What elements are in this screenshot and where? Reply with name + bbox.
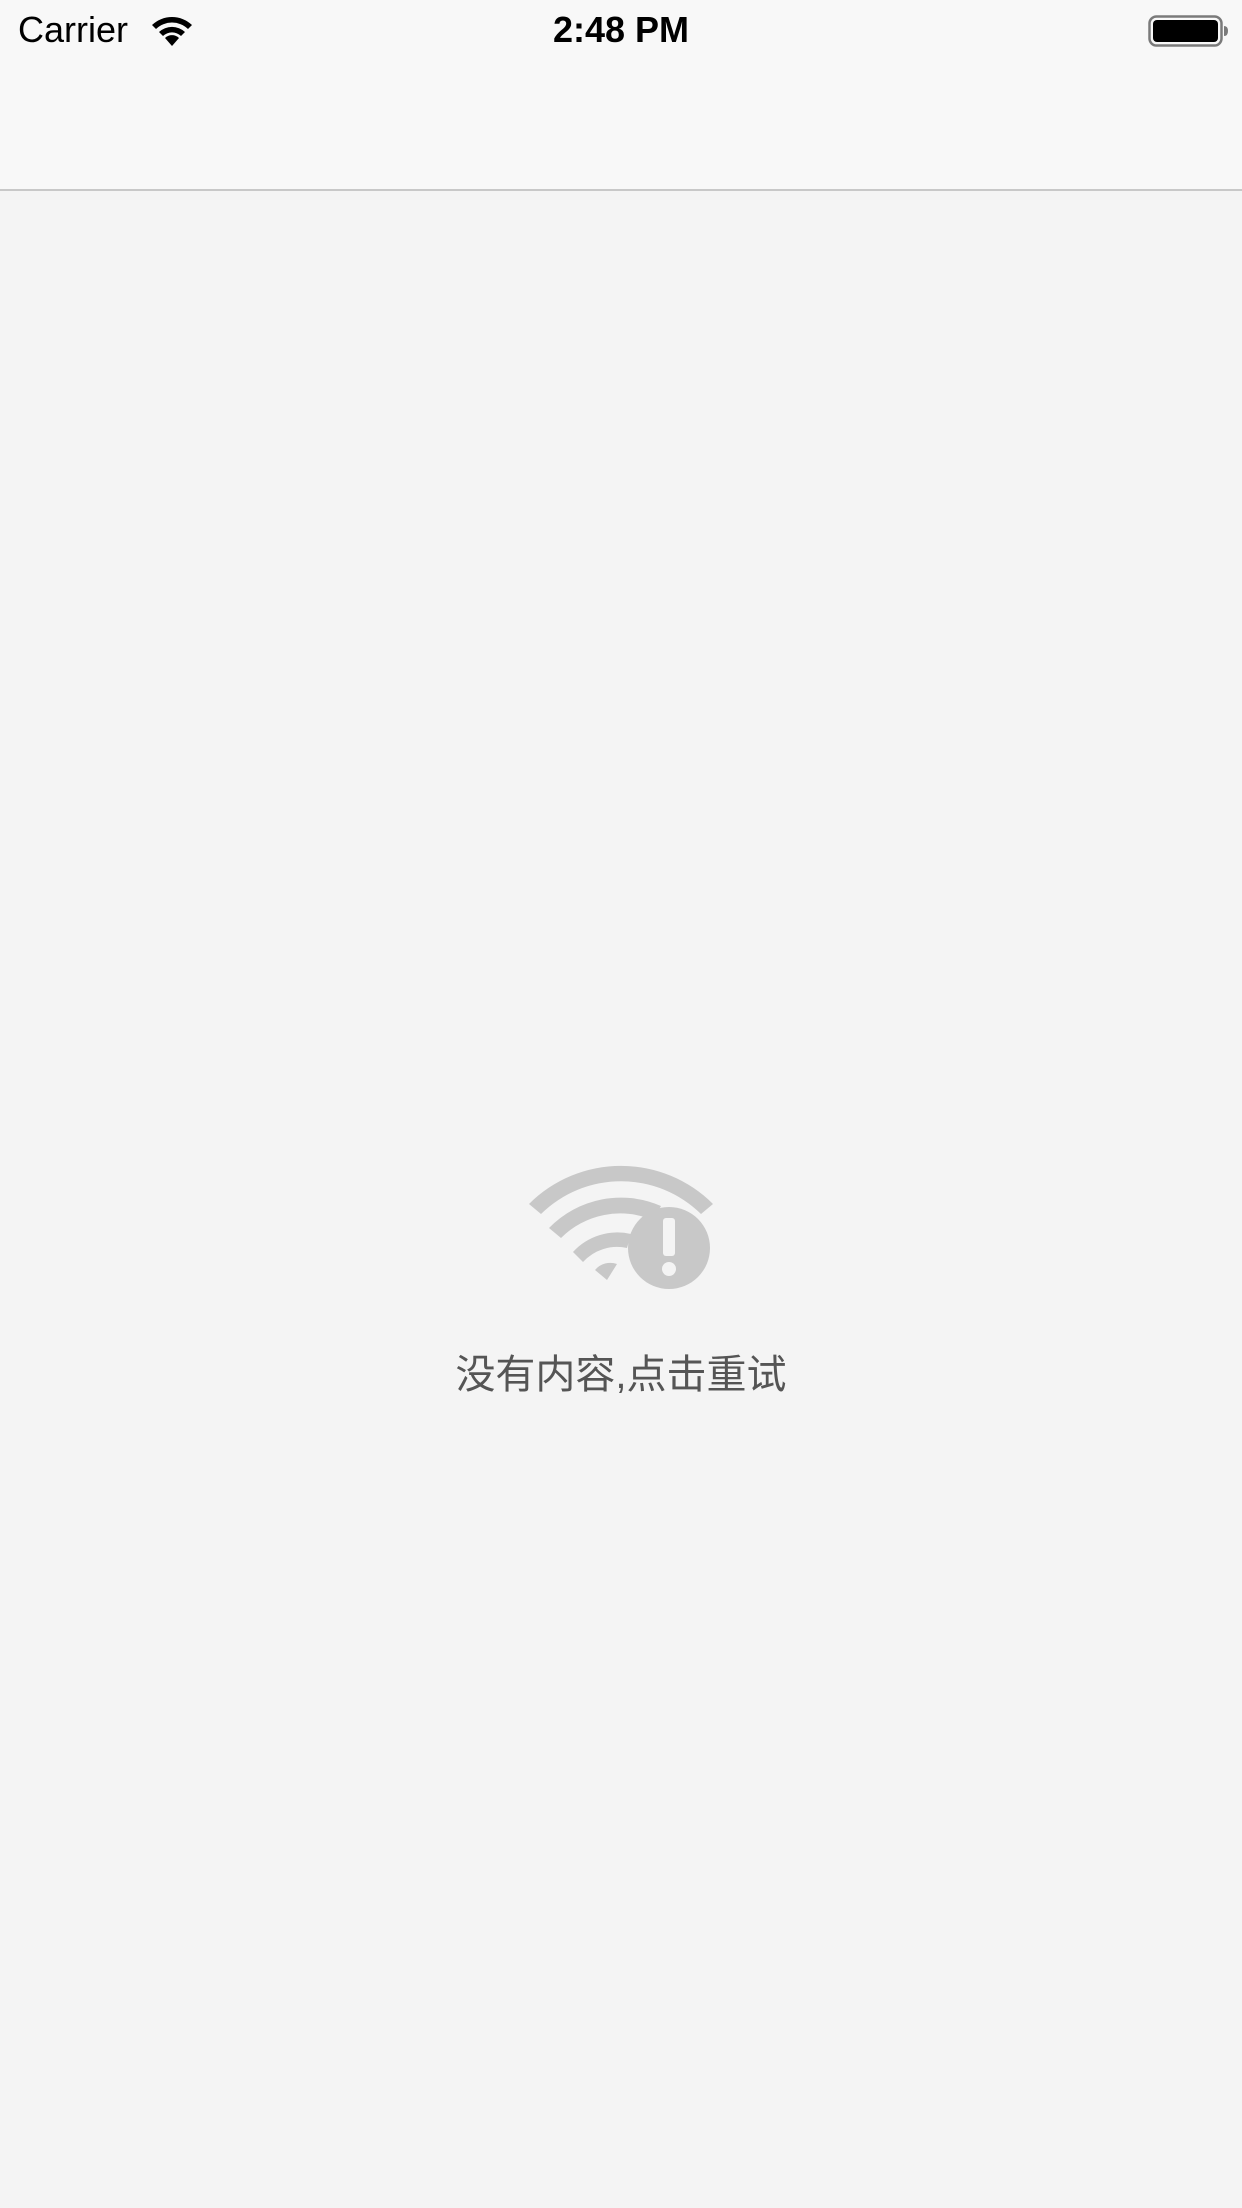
clock: 2:48 PM: [552, 9, 690, 50]
empty-state-message: 没有内容,点击重试: [455, 1353, 787, 1397]
content-area: 没有内容,点击重试: [0, 192, 1242, 2208]
battery-icon: [1148, 15, 1228, 47]
empty-state-retry[interactable]: 没有内容,点击重试: [0, 1152, 1242, 1400]
wifi-warning-icon: [529, 1165, 713, 1289]
screen: Carrier 2:48 PM 没有内容,点击重试: [0, 0, 1242, 2208]
status-bar: Carrier 2:48 PM: [0, 0, 1242, 60]
